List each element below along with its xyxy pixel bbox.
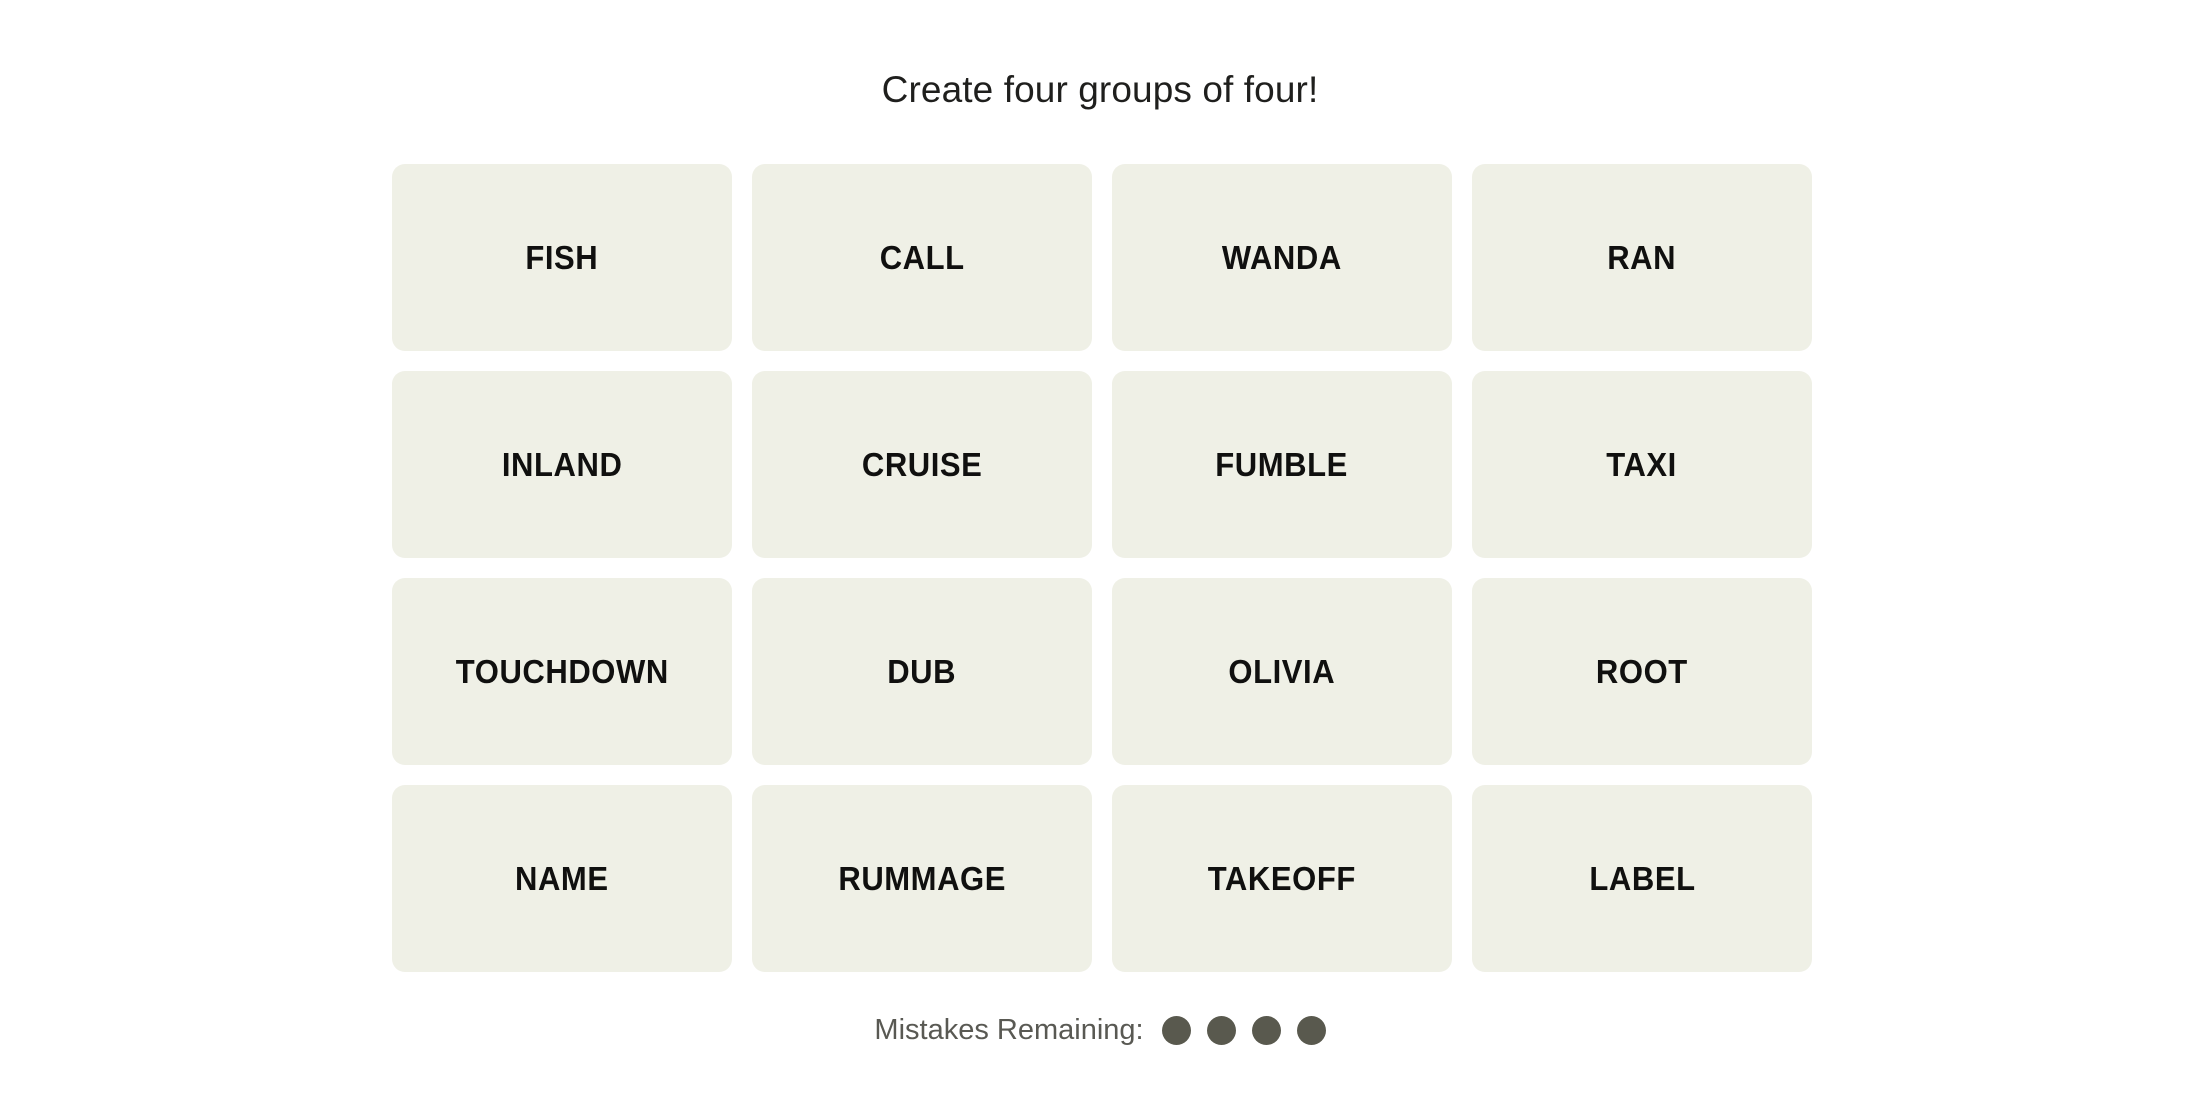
mistake-dot-icon	[1161, 1015, 1191, 1045]
word-tile[interactable]: RUMMAGE	[752, 785, 1092, 972]
word-tile-label: OLIVIA	[1228, 653, 1336, 690]
word-tile[interactable]: INLAND	[392, 371, 732, 558]
word-grid: FISH CALL WANDA RAN INLAND CRUISE FUMBLE…	[392, 164, 1812, 972]
word-tile-label: CRUISE	[861, 446, 983, 483]
page-title: Create four groups of four!	[881, 69, 1319, 110]
word-tile-label: CALL	[879, 239, 965, 276]
word-tile[interactable]: OLIVIA	[1112, 578, 1452, 765]
word-tile[interactable]: LABEL	[1472, 785, 1812, 972]
mistakes-remaining-bar: Mistakes Remaining:	[0, 1013, 2200, 1047]
word-tile-label: RUMMAGE	[838, 860, 1006, 897]
word-tile-label: TAKEOFF	[1207, 860, 1357, 897]
word-tile[interactable]: TAXI	[1472, 371, 1812, 558]
connections-game: Create four groups of four! FISH CALL WA…	[0, 0, 2200, 1100]
word-tile-label: TOUCHDOWN	[455, 653, 669, 690]
word-tile[interactable]: WANDA	[1112, 164, 1452, 351]
word-tile[interactable]: TAKEOFF	[1112, 785, 1452, 972]
word-tile[interactable]: TOUCHDOWN	[392, 578, 732, 765]
word-tile-label: WANDA	[1222, 239, 1342, 276]
word-tile[interactable]: NAME	[392, 785, 732, 972]
word-tile-label: INLAND	[501, 446, 623, 483]
mistake-dot-icon	[1296, 1015, 1326, 1045]
word-tile[interactable]: RAN	[1472, 164, 1812, 351]
word-tile-label: NAME	[515, 860, 609, 897]
word-tile[interactable]: ROOT	[1472, 578, 1812, 765]
mistakes-remaining-label: Mistakes Remaining:	[874, 1014, 1144, 1046]
word-tile[interactable]: CALL	[752, 164, 1092, 351]
word-tile-label: LABEL	[1588, 860, 1696, 897]
mistake-dot-icon	[1251, 1015, 1281, 1045]
mistake-dot-icon	[1206, 1015, 1236, 1045]
word-tile-label: RAN	[1607, 239, 1677, 276]
word-tile-label: DUB	[887, 653, 957, 690]
word-tile-label: FUMBLE	[1215, 446, 1349, 483]
word-tile[interactable]: FISH	[392, 164, 732, 351]
word-tile[interactable]: CRUISE	[752, 371, 1092, 558]
word-tile-label: TAXI	[1606, 446, 1678, 483]
word-tile[interactable]: DUB	[752, 578, 1092, 765]
word-tile-label: FISH	[525, 239, 599, 276]
word-tile-label: ROOT	[1596, 653, 1688, 690]
word-tile[interactable]: FUMBLE	[1112, 371, 1452, 558]
mistakes-dot-group	[1161, 1015, 1326, 1045]
